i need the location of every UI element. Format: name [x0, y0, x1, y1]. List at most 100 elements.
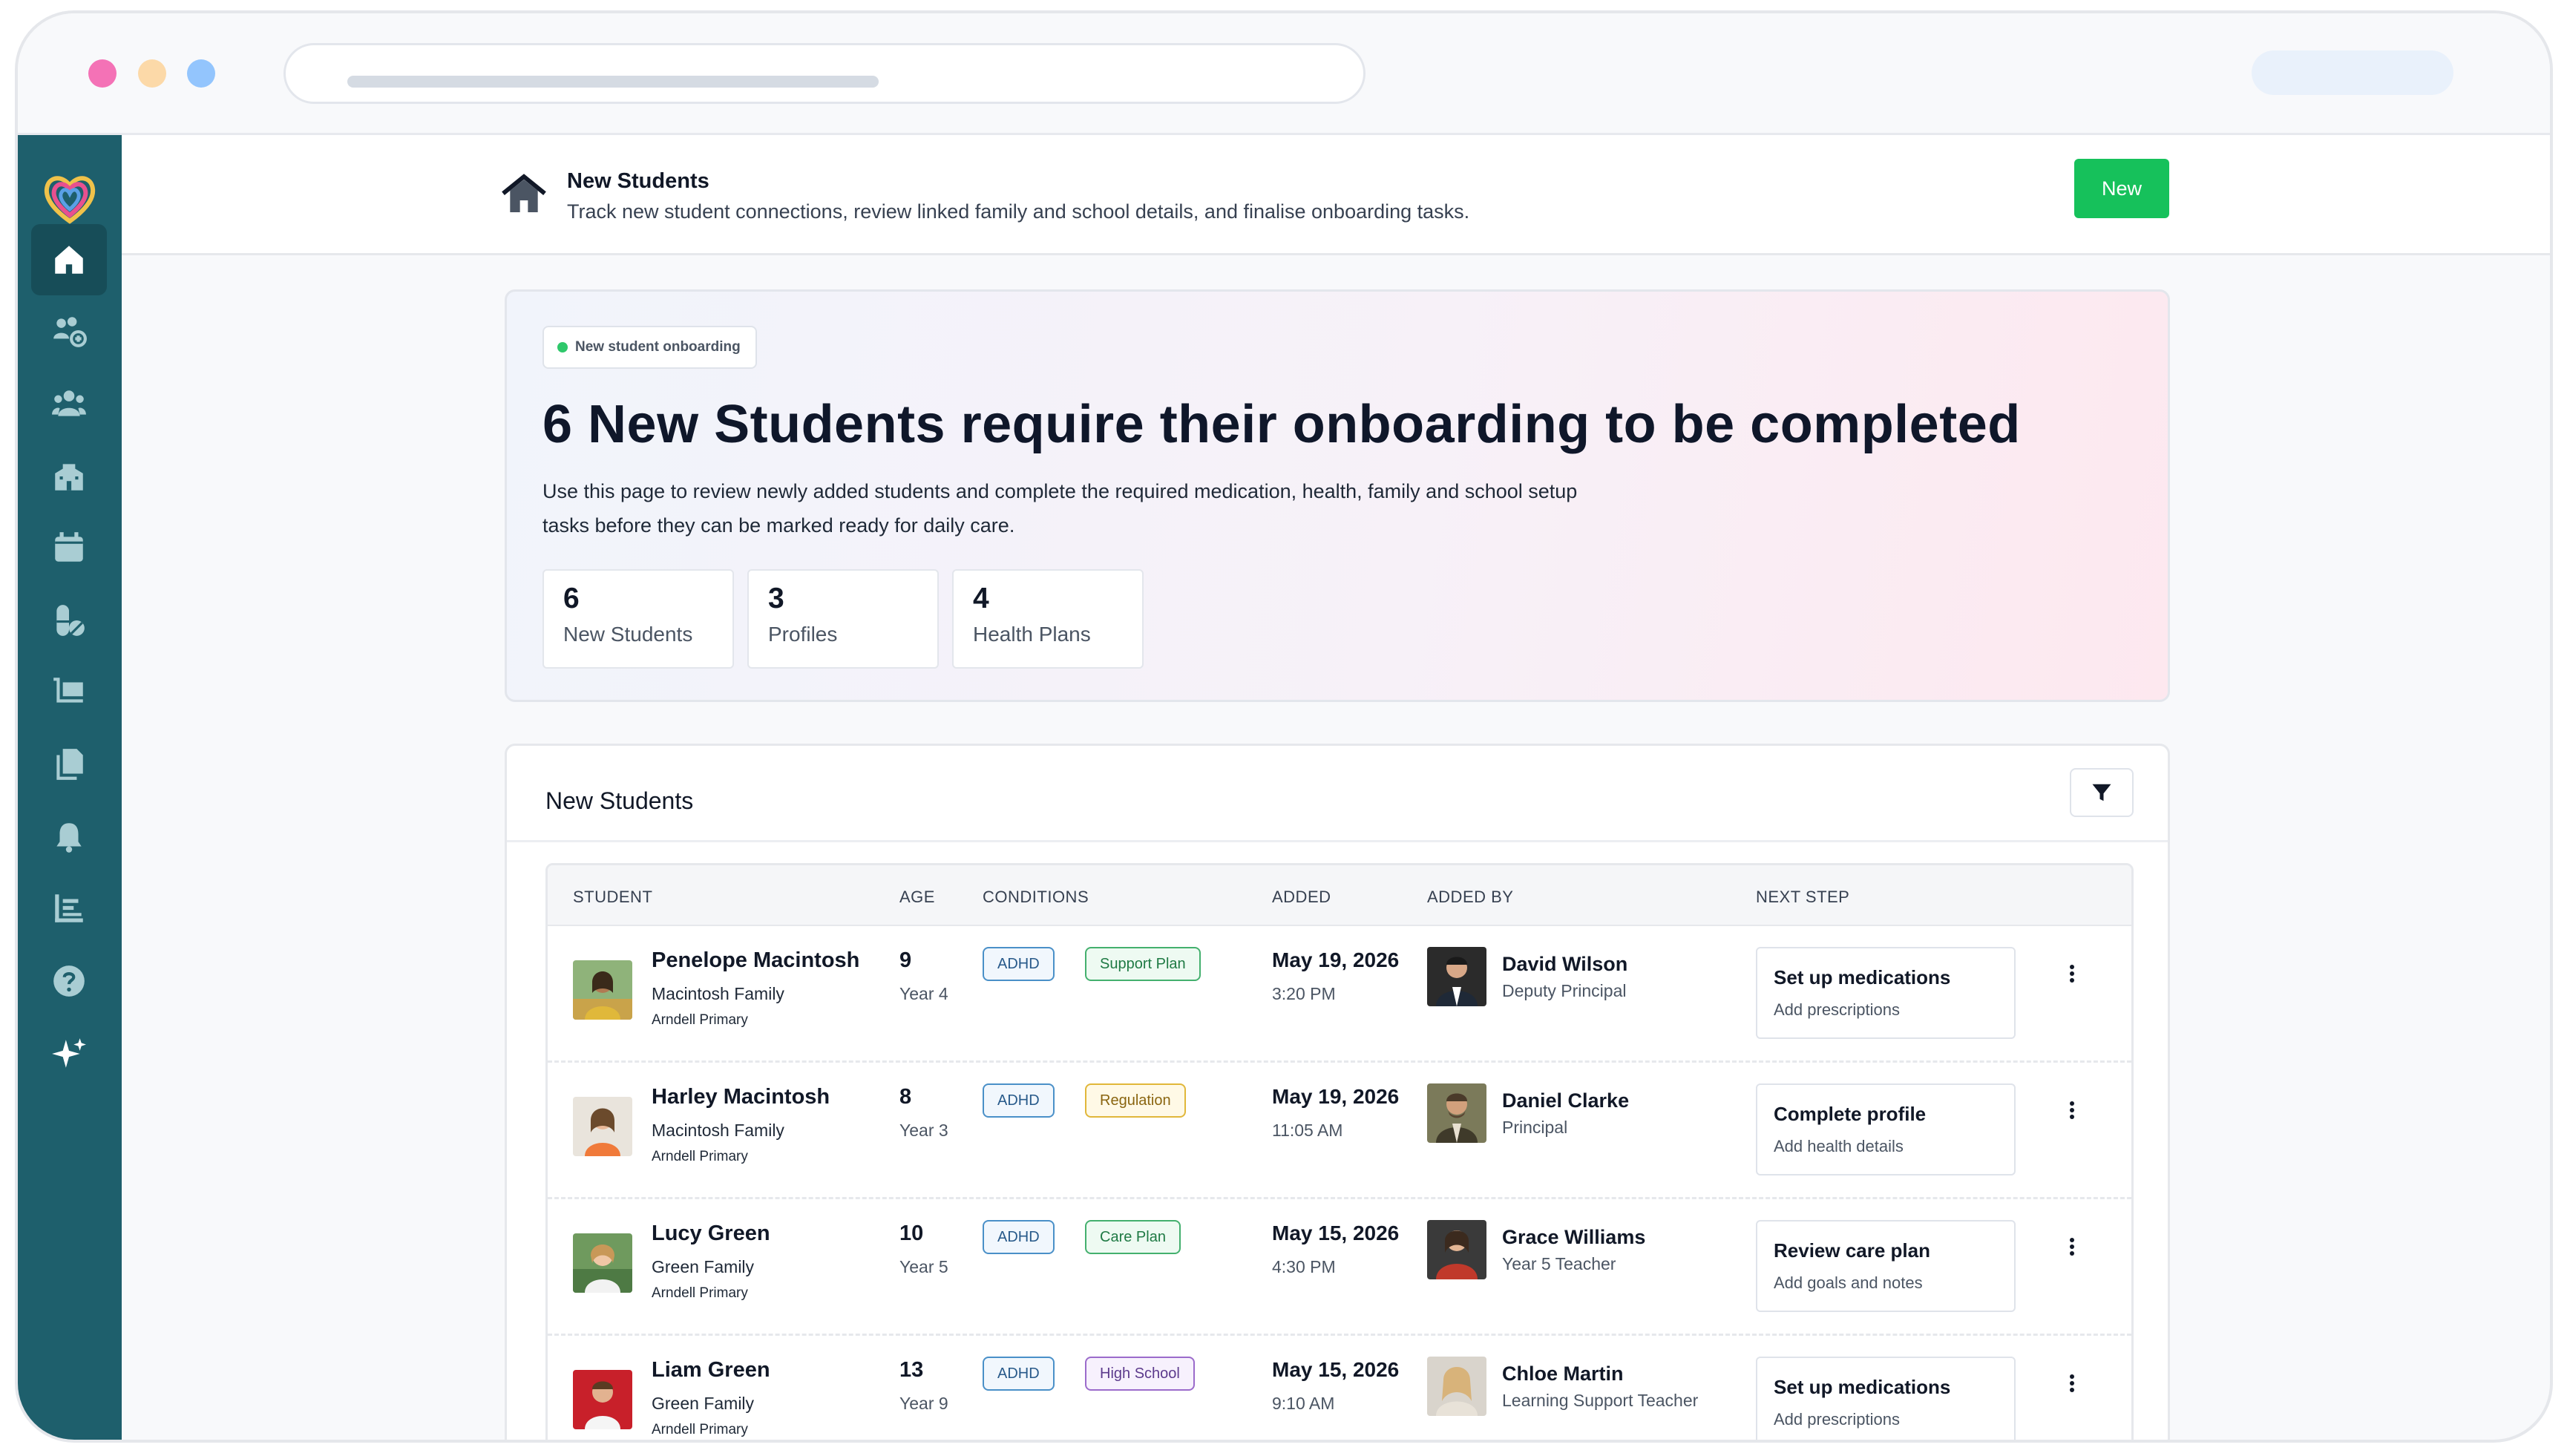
condition-badge: Care Plan: [1085, 1220, 1181, 1254]
nav-ai-assistant[interactable]: [31, 1018, 107, 1089]
students-table: STUDENT AGE CONDITIONS ADDED ADDED BY NE…: [545, 863, 2134, 1440]
condition-badge: Regulation: [1085, 1083, 1186, 1118]
status-chip-label: New student onboarding: [575, 339, 741, 355]
nav-calendar[interactable]: [31, 512, 107, 583]
student-name[interactable]: Lucy Green: [652, 1221, 770, 1246]
student-name[interactable]: Liam Green: [652, 1358, 770, 1383]
students-panel: New Students STUDENT AGE CONDITIONS ADDE…: [505, 744, 2170, 1440]
nav-help[interactable]: [31, 945, 107, 1017]
column-header-conditions[interactable]: CONDITIONS: [983, 888, 1089, 907]
onboarding-description: Use this page to review newly added stud…: [542, 480, 1578, 537]
next-step-card[interactable]: Set up medications Add prescriptions: [1756, 947, 2016, 1039]
nav-school[interactable]: [31, 441, 107, 512]
student-school: Arndell Primary: [652, 1422, 748, 1437]
nav-reports[interactable]: [31, 873, 107, 944]
row-menu-button[interactable]: [2057, 1095, 2087, 1125]
stat-label: Profiles: [768, 623, 838, 646]
added-by-avatar: [1427, 1220, 1486, 1279]
column-header-next-step[interactable]: NEXT STEP: [1756, 888, 1849, 907]
next-step-title: Set up medications: [1774, 966, 1951, 988]
stat-value: 6: [563, 583, 580, 614]
kebab-menu-icon: [2070, 1238, 2074, 1256]
student-family: Green Family: [652, 1257, 755, 1276]
maximize-window-dot[interactable]: [187, 59, 215, 88]
people-icon: [52, 390, 86, 416]
added-by-name: Chloe Martin: [1502, 1362, 1624, 1385]
nav-home[interactable]: [31, 224, 107, 295]
table-row[interactable]: Harley Macintosh Macintosh Family Arndel…: [548, 1063, 2131, 1199]
added-date: May 15, 2026: [1272, 1358, 1400, 1381]
condition-badge: ADHD: [983, 1220, 1055, 1254]
new-button[interactable]: New: [2074, 159, 2169, 218]
stat-card-health-plans[interactable]: 4 Health Plans: [952, 569, 1144, 669]
browser-profile-pill[interactable]: [2252, 50, 2453, 95]
status-chip: New student onboarding: [542, 326, 757, 369]
student-avatar: [573, 960, 632, 1020]
school-icon: [55, 464, 83, 491]
page-subtitle: Track new student connections, review li…: [567, 200, 1470, 223]
kebab-menu-icon: [2070, 1374, 2074, 1392]
student-age: 10: [899, 1221, 924, 1245]
nav-people[interactable]: [31, 368, 107, 439]
student-avatar: [573, 1097, 632, 1156]
stat-card-profiles[interactable]: 3 Profiles: [747, 569, 939, 669]
next-step-card[interactable]: Review care plan Add goals and notes: [1756, 1220, 2016, 1312]
stat-value: 3: [768, 583, 784, 614]
table-row[interactable]: Penelope Macintosh Macintosh Family Arnd…: [548, 926, 2131, 1063]
row-menu-button[interactable]: [2057, 959, 2087, 988]
address-bar[interactable]: [283, 43, 1366, 104]
condition-badge: Support Plan: [1085, 947, 1201, 981]
close-window-dot[interactable]: [88, 59, 117, 88]
student-year: Year 4: [899, 984, 948, 1003]
added-by-name: Daniel Clarke: [1502, 1089, 1630, 1112]
next-step-subtitle: Add goals and notes: [1774, 1273, 1923, 1292]
stat-card-new-students[interactable]: 6 New Students: [542, 569, 734, 669]
nav-medication[interactable]: [31, 585, 107, 656]
student-school: Arndell Primary: [652, 1285, 748, 1301]
added-time: 3:20 PM: [1272, 984, 1336, 1003]
student-year: Year 5: [899, 1257, 948, 1276]
browser-chrome: [18, 13, 2550, 135]
added-date: May 15, 2026: [1272, 1221, 1400, 1245]
student-name[interactable]: Harley Macintosh: [652, 1085, 830, 1109]
student-name[interactable]: Penelope Macintosh: [652, 948, 859, 973]
minimize-window-dot[interactable]: [138, 59, 166, 88]
student-family: Macintosh Family: [652, 984, 784, 1003]
onboarding-summary-card: New student onboarding 6 New Students re…: [505, 289, 2170, 702]
nav-documents[interactable]: [31, 729, 107, 800]
added-by-avatar: [1427, 947, 1486, 1006]
student-age: 13: [899, 1358, 924, 1382]
address-bar-placeholder: [347, 76, 879, 88]
table-row[interactable]: Liam Green Green Family Arndell Primary …: [548, 1336, 2131, 1440]
group-add-icon: [53, 317, 87, 347]
next-step-title: Review care plan: [1774, 1239, 1930, 1262]
cart-icon: [53, 678, 83, 703]
next-step-card[interactable]: Set up medications Add prescriptions: [1756, 1357, 2016, 1440]
home-icon: [55, 246, 83, 274]
nav-add-group[interactable]: [31, 295, 107, 367]
student-year: Year 9: [899, 1394, 948, 1413]
stat-label: New Students: [563, 623, 693, 646]
table-header: STUDENT AGE CONDITIONS ADDED ADDED BY NE…: [548, 865, 2131, 926]
column-header-age[interactable]: AGE: [899, 888, 935, 907]
nav-notifications[interactable]: [31, 801, 107, 873]
table-row[interactable]: Lucy Green Green Family Arndell Primary …: [548, 1199, 2131, 1336]
medication-icon: [56, 605, 85, 636]
app-logo-icon[interactable]: [39, 166, 101, 229]
column-header-added-by[interactable]: ADDED BY: [1427, 888, 1513, 907]
student-age: 8: [899, 1085, 912, 1109]
row-menu-button[interactable]: [2057, 1368, 2087, 1398]
added-by-role: Learning Support Teacher: [1502, 1391, 1699, 1410]
column-header-added[interactable]: ADDED: [1272, 888, 1331, 907]
nav-cart[interactable]: [31, 656, 107, 727]
student-age: 9: [899, 948, 912, 972]
filter-button[interactable]: [2070, 768, 2134, 817]
kebab-menu-icon: [2070, 965, 2074, 983]
next-step-card[interactable]: Complete profile Add health details: [1756, 1083, 2016, 1175]
next-step-subtitle: Add prescriptions: [1774, 1000, 1900, 1019]
next-step-title: Complete profile: [1774, 1103, 1927, 1125]
next-step-title: Set up medications: [1774, 1376, 1951, 1398]
row-menu-button[interactable]: [2057, 1232, 2087, 1262]
stat-label: Health Plans: [973, 623, 1091, 646]
column-header-student[interactable]: STUDENT: [573, 888, 652, 907]
